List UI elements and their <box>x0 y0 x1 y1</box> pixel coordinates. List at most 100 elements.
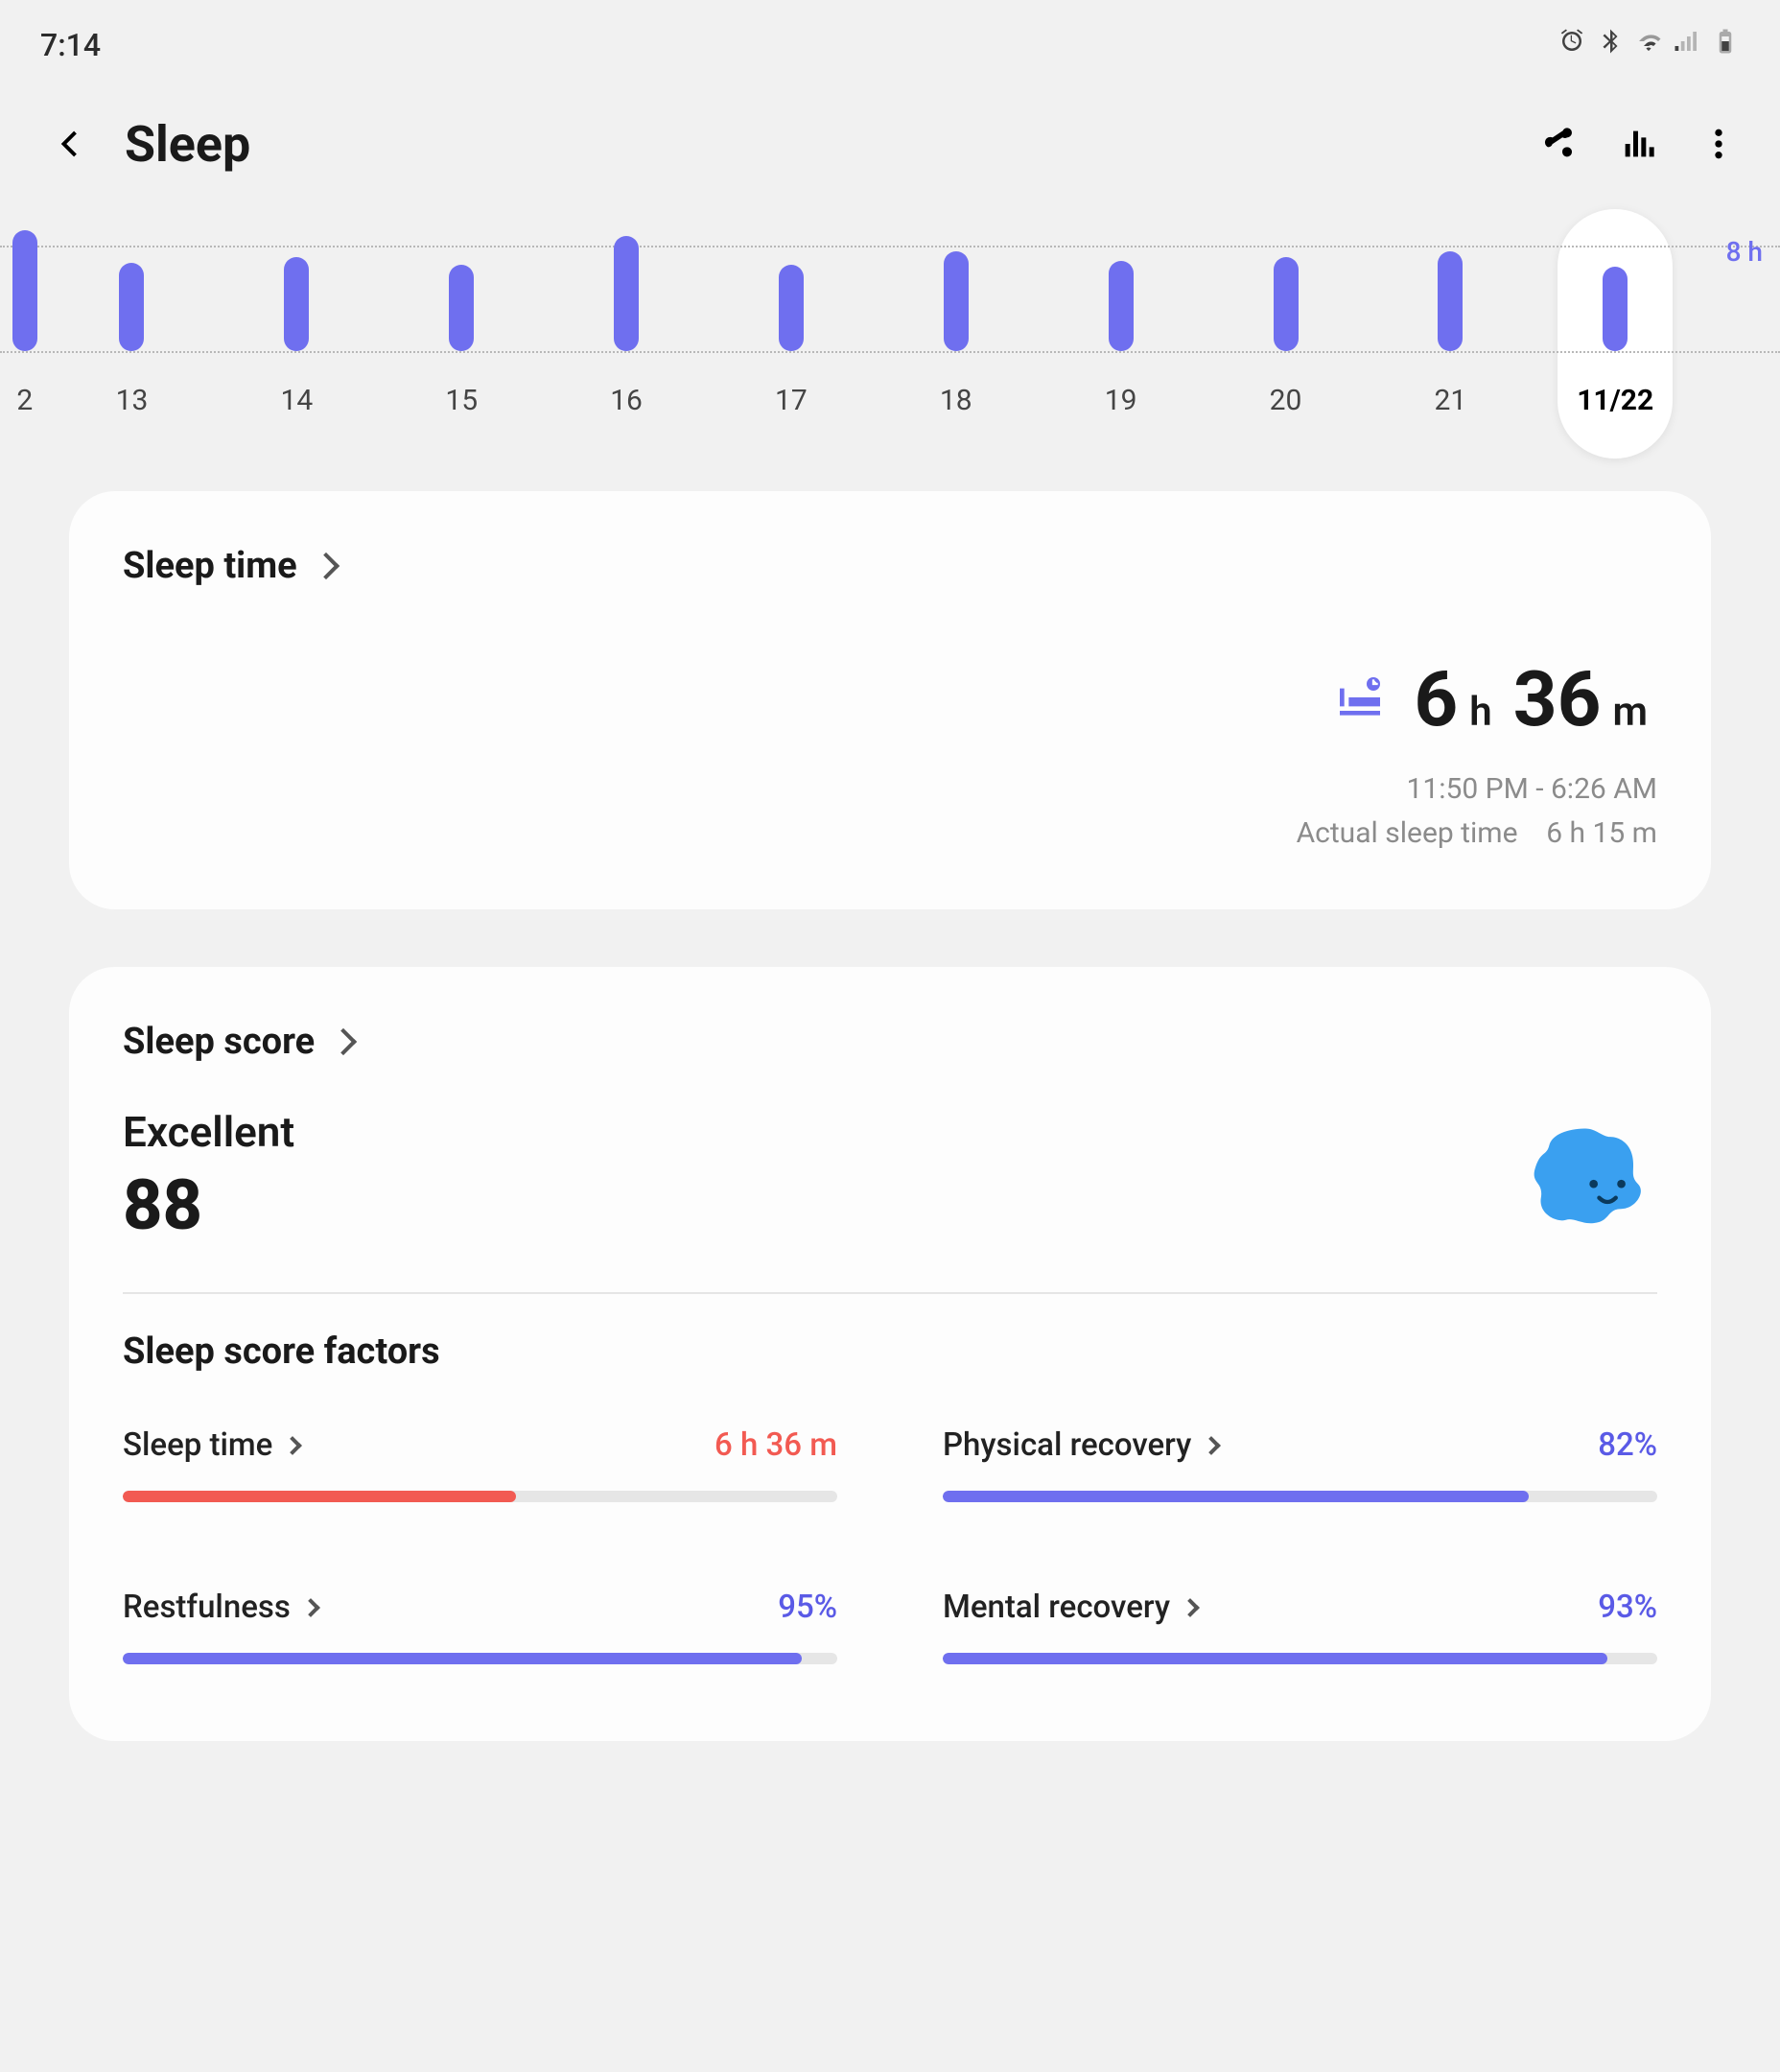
battery-icon <box>1711 27 1740 63</box>
timeline-day[interactable]: 13 <box>50 223 215 453</box>
factor-bar <box>123 1653 837 1664</box>
timeline-day[interactable]: 20 <box>1204 223 1369 453</box>
timeline-day-label: 16 <box>610 384 643 417</box>
timeline-bar <box>944 251 969 351</box>
sleep-character-icon <box>1513 1115 1657 1239</box>
sleep-score-text: Excellent 88 <box>123 1107 294 1246</box>
timeline-day-label: 14 <box>280 384 313 417</box>
factor-label: Mental recovery <box>943 1589 1170 1626</box>
sleep-score-card: Sleep score Excellent 88 Sleep score fac… <box>69 967 1711 1741</box>
factor-label: Sleep time <box>123 1426 272 1464</box>
timeline-bar <box>119 263 144 351</box>
sleep-timeline-chart[interactable]: 8 h 213141516171819202111/22 <box>0 223 1780 453</box>
timeline-bar <box>12 230 37 351</box>
factor-value: 82% <box>1598 1426 1657 1464</box>
timeline-day[interactable]: 14 <box>214 223 379 453</box>
sleep-time-title: Sleep time <box>123 545 297 587</box>
stats-button[interactable] <box>1617 123 1659 165</box>
timeline-bar <box>1109 261 1134 351</box>
timeline-day[interactable]: 15 <box>379 223 544 453</box>
factor-sleep-time[interactable]: Sleep time 6 h 36 m <box>123 1426 837 1502</box>
sleep-score-rating: Excellent <box>123 1107 294 1157</box>
page-title: Sleep <box>125 115 1536 174</box>
sleep-time-range: 11:50 PM - 6:26 AM <box>123 767 1657 812</box>
timeline-day[interactable]: 21 <box>1368 223 1533 453</box>
share-button[interactable] <box>1536 123 1579 165</box>
timeline-day[interactable]: 16 <box>544 223 709 453</box>
timeline-day[interactable]: 11/22 <box>1533 223 1698 453</box>
sleep-time-sublines: 11:50 PM - 6:26 AM Actual sleep time 6 h… <box>123 767 1657 856</box>
timeline-bar <box>1603 267 1628 351</box>
timeline-day[interactable]: 17 <box>709 223 874 453</box>
bar-chart-icon <box>1619 125 1657 163</box>
timeline-day-label: 20 <box>1270 384 1302 417</box>
actual-sleep-row: Actual sleep time 6 h 15 m <box>123 812 1657 856</box>
timeline-bar <box>1438 251 1463 351</box>
actual-sleep-label: Actual sleep time <box>1297 816 1518 850</box>
sleep-time-title-row[interactable]: Sleep time <box>123 545 1657 587</box>
alarm-icon <box>1558 27 1586 63</box>
status-icons <box>1558 27 1740 63</box>
timeline-day-label: 13 <box>116 384 149 417</box>
factor-value: 6 h 36 m <box>714 1426 837 1464</box>
sleep-time-card: Sleep time 6 h 36 m 11:50 PM - 6:26 AM A… <box>69 491 1711 909</box>
bed-icon <box>1333 671 1387 728</box>
timeline-bar <box>1274 257 1299 351</box>
sleep-time-value: 6 h 36 m <box>123 654 1657 744</box>
status-bar: 7:14 <box>0 0 1780 77</box>
factor-value: 93% <box>1598 1589 1657 1626</box>
wifi-icon <box>1634 27 1663 63</box>
timeline-day-label: 2 <box>16 384 33 417</box>
timeline-day-label: 15 <box>445 384 478 417</box>
sleep-hours-unit: h <box>1469 689 1491 736</box>
chevron-right-icon <box>330 1028 357 1055</box>
timeline-day-label: 21 <box>1434 384 1466 417</box>
chevron-right-icon <box>283 1436 302 1455</box>
factor-label: Restfulness <box>123 1589 291 1626</box>
sleep-minutes-unit: m <box>1613 689 1648 736</box>
factor-value: 95% <box>778 1589 837 1626</box>
divider <box>123 1292 1657 1294</box>
signal-icon <box>1673 27 1701 63</box>
factors-grid: Sleep time 6 h 36 m Physical recovery 82… <box>123 1426 1657 1664</box>
chevron-left-icon <box>54 127 88 161</box>
sleep-score-value: 88 <box>123 1165 294 1246</box>
sleep-minutes: 36 <box>1513 654 1602 744</box>
sleep-score-row: Excellent 88 <box>123 1107 1657 1246</box>
timeline-bar <box>614 236 639 351</box>
factor-restfulness[interactable]: Restfulness 95% <box>123 1589 837 1664</box>
sleep-hours: 6 <box>1414 654 1458 744</box>
timeline-day-label: 18 <box>940 384 972 417</box>
factor-bar <box>123 1491 837 1502</box>
timeline-day-label: 11/22 <box>1577 384 1653 417</box>
status-time: 7:14 <box>40 27 101 63</box>
timeline-bar <box>284 257 309 351</box>
app-header: Sleep <box>0 77 1780 203</box>
timeline-bar <box>779 265 804 351</box>
more-button[interactable] <box>1698 123 1740 165</box>
factors-title: Sleep score factors <box>123 1330 1657 1373</box>
timeline-bar <box>449 265 474 351</box>
chevron-right-icon <box>1181 1598 1200 1617</box>
factor-physical-recovery[interactable]: Physical recovery 82% <box>943 1426 1657 1502</box>
timeline-day[interactable]: 18 <box>874 223 1039 453</box>
timeline-day-label: 17 <box>775 384 808 417</box>
factor-mental-recovery[interactable]: Mental recovery 93% <box>943 1589 1657 1664</box>
timeline-day-label: 19 <box>1105 384 1137 417</box>
share-icon <box>1538 125 1577 163</box>
sleep-score-title: Sleep score <box>123 1021 315 1063</box>
chevron-right-icon <box>313 553 340 579</box>
timeline-day[interactable]: 2 <box>0 223 50 453</box>
factor-bar <box>943 1491 1657 1502</box>
back-button[interactable] <box>40 113 102 175</box>
more-vert-icon <box>1699 125 1738 163</box>
chevron-right-icon <box>301 1598 320 1617</box>
factor-bar <box>943 1653 1657 1664</box>
factor-label: Physical recovery <box>943 1426 1191 1464</box>
timeline-day[interactable]: 19 <box>1039 223 1204 453</box>
header-actions <box>1536 123 1740 165</box>
sleep-score-title-row[interactable]: Sleep score <box>123 1021 1657 1063</box>
chevron-right-icon <box>1202 1436 1221 1455</box>
actual-sleep-value: 6 h 15 m <box>1546 816 1657 850</box>
bluetooth-icon <box>1596 27 1625 63</box>
